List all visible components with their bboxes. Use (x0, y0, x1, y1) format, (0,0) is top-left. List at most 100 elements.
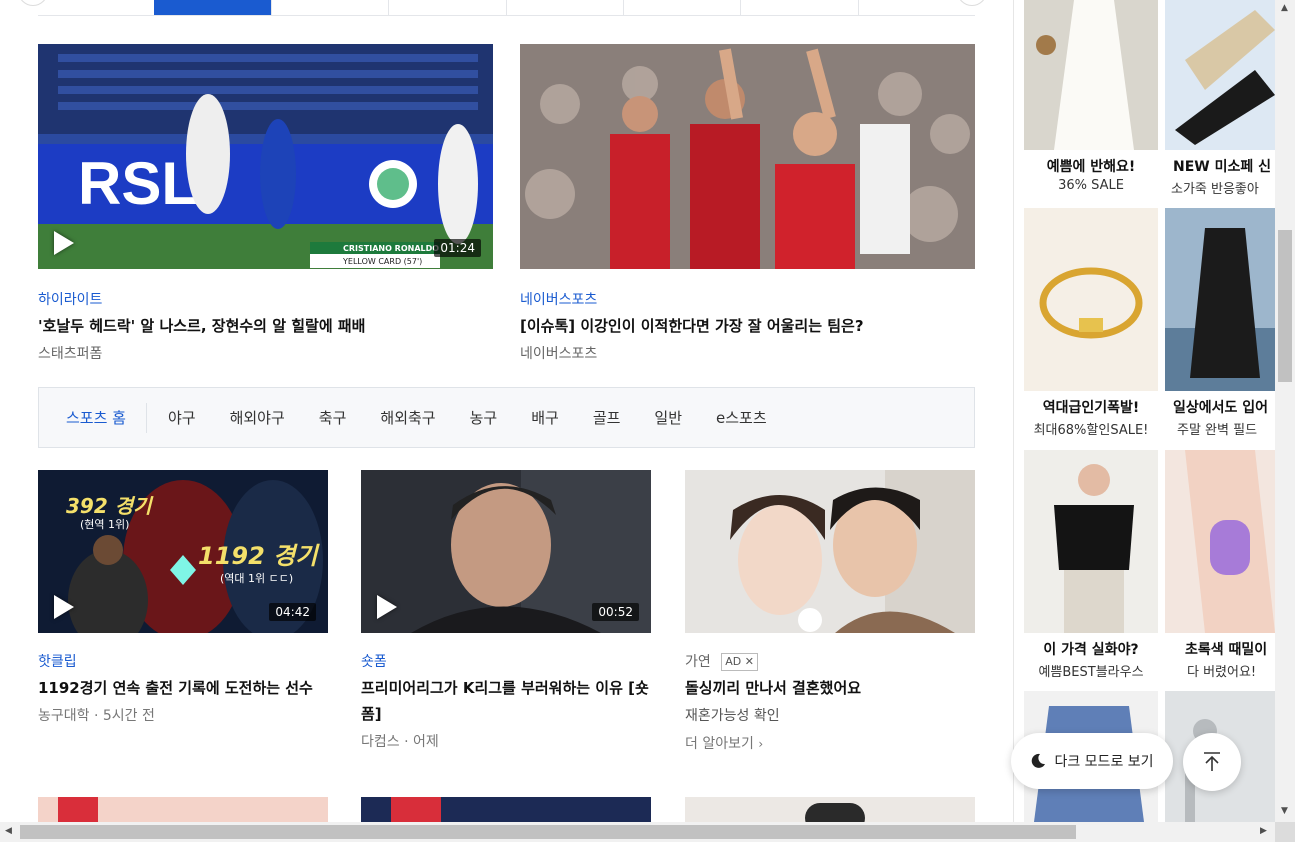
tab[interactable] (622, 0, 740, 15)
vertical-scrollbar-thumb[interactable] (1278, 230, 1292, 382)
card-title[interactable]: [이슈톡] 이강인이 이적한다면 가장 잘 어울리는 팀은? (520, 313, 975, 339)
horizontal-scrollbar-thumb[interactable] (20, 825, 1076, 839)
shop-item[interactable]: 역대급인기폭발! 최대68%할인SALE! (1024, 208, 1158, 438)
ad-label: AD (725, 655, 742, 668)
scroll-up-arrow-icon[interactable]: ▲ (1281, 3, 1288, 13)
shop-item-name: 일상에서도 입어 (1173, 400, 1269, 416)
shop-item-image[interactable] (1024, 0, 1158, 150)
shop-item-desc: 예쁨BEST블라우스 (1038, 665, 1144, 680)
video-thumbnail[interactable] (520, 44, 975, 269)
video-thumbnail[interactable]: 392 경기 (현역 1위) 1192 경기 (역대 1위 ㄷㄷ) 04:42 (38, 470, 328, 633)
shop-item-name: NEW 미소페 신 (1173, 159, 1271, 175)
card-title[interactable]: 돌싱끼리 만나서 결혼했어요 (685, 675, 975, 701)
card-category[interactable]: 네이버스포츠 (520, 289, 975, 309)
nav-general[interactable]: 일반 (637, 403, 699, 433)
ad-thumbnail[interactable] (685, 470, 975, 633)
nav-volleyball[interactable]: 배구 (514, 403, 576, 433)
scroll-right-arrow-icon[interactable]: ▶ (1260, 826, 1267, 836)
card-meta: 재혼가능성 확인 (685, 708, 780, 724)
video-duration: 04:42 (269, 603, 316, 621)
tab[interactable] (857, 0, 975, 15)
scrollbar-corner (1275, 822, 1295, 842)
thumb-caption: CRISTIANO RONALDO (343, 244, 440, 253)
more-link[interactable]: 더 알아보기 › (685, 733, 975, 753)
shop-item-image[interactable] (1165, 450, 1275, 633)
thumb-overlay-text: 392 경기 (66, 494, 152, 518)
card-category[interactable]: 숏폼 (361, 651, 651, 671)
vertical-scrollbar[interactable]: ▲ ▼ (1275, 0, 1295, 822)
shop-item[interactable]: 초록색 때밀이 다 버렸어요! (1165, 450, 1275, 680)
dress-image (1024, 0, 1158, 150)
nav-world-soccer[interactable]: 해외축구 (363, 403, 452, 433)
nav-basketball[interactable]: 농구 (453, 403, 515, 433)
scroll-to-top-button[interactable] (1183, 733, 1241, 791)
ad-badge[interactable]: AD ✕ (721, 653, 758, 671)
shop-item-name: 예쁨에 반해요! (1046, 159, 1136, 175)
dark-mode-button[interactable]: 다크 모드로 보기 (1011, 733, 1173, 789)
card-category[interactable]: 하이라이트 (38, 289, 493, 309)
card-category[interactable]: 핫클립 (38, 651, 328, 671)
video-card[interactable]: 392 경기 (현역 1위) 1192 경기 (역대 1위 ㄷㄷ) 04:42 … (38, 470, 328, 725)
bracelet-image (1024, 208, 1158, 391)
arrow-up-icon (1204, 752, 1220, 771)
shop-item-name: 역대급인기폭발! (1042, 400, 1140, 416)
play-icon (54, 231, 74, 255)
shop-item-image[interactable] (1024, 450, 1158, 633)
shop-item-desc: 최대68%할인SALE! (1033, 423, 1149, 438)
video-card[interactable]: RSL CRISTIANO RONALDO YELLOW CARD (57') … (38, 44, 493, 363)
blouse-image (1024, 450, 1158, 633)
tab[interactable] (270, 0, 388, 15)
ad-advertiser: 가연 AD ✕ (685, 651, 975, 671)
card-title[interactable]: '호날두 헤드락' 알 나스르, 장현수의 알 힐랄에 패배 (38, 313, 493, 339)
shop-item[interactable]: 예쁨에 반해요! 36% SALE (1024, 0, 1158, 193)
tab[interactable] (505, 0, 623, 15)
video-card[interactable]: 00:52 숏폼 프리미어리그가 K리그를 부러워하는 이유 [숏폼] 다컴스 … (361, 470, 651, 751)
ad-card[interactable]: 가연 AD ✕ 돌싱끼리 만나서 결혼했어요 재혼가능성 확인 더 알아보기 › (685, 470, 975, 753)
scroll-down-arrow-icon[interactable]: ▼ (1281, 806, 1288, 816)
shop-item-image[interactable] (1165, 0, 1275, 150)
nav-sports-home[interactable]: 스포츠 홈 (49, 402, 147, 433)
players-celebrating-image (520, 44, 975, 269)
tab[interactable] (388, 0, 505, 15)
shop-item[interactable]: 일상에서도 입어 주말 완벽 필드 (1165, 208, 1275, 438)
shop-item-image[interactable] (1024, 208, 1158, 391)
thumb-overlay-text: 1192 경기 (198, 542, 318, 570)
video-thumbnail[interactable]: 00:52 (361, 470, 651, 633)
shop-item[interactable]: NEW 미소페 신 소가죽 반응좋아 (1165, 0, 1275, 197)
play-icon (377, 595, 397, 619)
tab[interactable] (38, 0, 154, 15)
ad-advertiser-name[interactable]: 가연 (685, 654, 711, 670)
nav-world-baseball[interactable]: 해외야구 (213, 403, 302, 433)
dark-mode-label: 다크 모드로 보기 (1054, 754, 1154, 770)
video-duration: 01:24 (434, 239, 481, 257)
tab-active[interactable] (154, 0, 271, 15)
video-duration: 00:52 (592, 603, 639, 621)
video-card[interactable]: 네이버스포츠 [이슈톡] 이강인이 이적한다면 가장 잘 어울리는 팀은? 네이… (520, 44, 975, 363)
play-icon (54, 595, 74, 619)
tab[interactable] (740, 0, 857, 15)
column-divider (1013, 0, 1014, 822)
soccer-pitch-image: RSL (38, 44, 493, 269)
nav-baseball[interactable]: 야구 (151, 403, 213, 433)
card-source: 네이버스포츠 (520, 346, 598, 362)
thumb-overlay-subtext: (현역 1위) (80, 518, 130, 531)
shop-item-name: 초록색 때밀이 (1185, 642, 1268, 658)
shop-item-desc: 다 버렸어요! (1187, 665, 1257, 680)
video-thumbnail[interactable]: RSL CRISTIANO RONALDO YELLOW CARD (57') … (38, 44, 493, 269)
card-title[interactable]: 1192경기 연속 출전 기록에 도전하는 선수 (38, 675, 328, 701)
scroll-left-arrow-icon[interactable]: ◀ (5, 826, 12, 836)
shop-item[interactable]: 이 가격 실화야? 예쁨BEST블라우스 (1024, 450, 1158, 680)
shop-item-desc: 소가죽 반응좋아 (1171, 182, 1259, 197)
top-tab-strip (38, 0, 975, 16)
card-meta: 농구대학 · 5시간 전 (38, 708, 155, 724)
shop-item-image[interactable] (1165, 208, 1275, 391)
wedding-couple-image (685, 470, 975, 633)
more-link-label: 더 알아보기 (685, 736, 754, 752)
nav-golf[interactable]: 골프 (576, 403, 638, 433)
close-icon[interactable]: ✕ (745, 655, 754, 668)
horizontal-scrollbar[interactable]: ◀ ▶ (0, 822, 1275, 842)
nav-esports[interactable]: e스포츠 (699, 403, 784, 433)
nav-soccer[interactable]: 축구 (302, 403, 364, 433)
card-title[interactable]: 프리미어리그가 K리그를 부러워하는 이유 [숏폼] (361, 675, 651, 727)
thumb-subcaption: YELLOW CARD (57') (343, 257, 423, 266)
